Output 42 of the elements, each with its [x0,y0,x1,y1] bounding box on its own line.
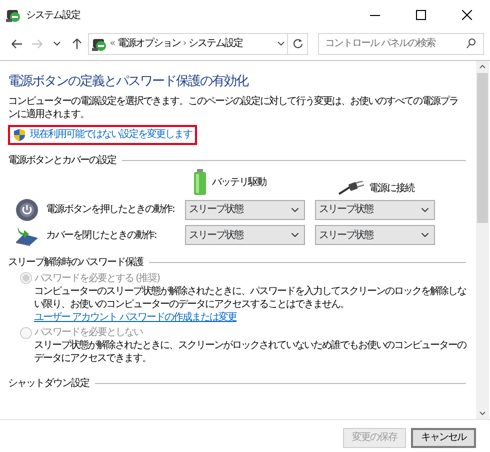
power-plug-icon [338,181,364,195]
page-heading: 電源ボタンの定義とパスワード保護の有効化 [8,72,250,90]
address-bar[interactable]: « 電源オプション › システム設定 [88,32,288,54]
back-arrow-icon [10,38,24,50]
column-label: 電源に接続 [369,182,414,194]
cancel-button[interactable]: キャンセル [411,428,476,448]
option-label: パスワードを必要とする (推奨) [34,272,160,284]
chevron-down-icon[interactable] [276,40,285,47]
description-text: コンピューターの電源設定を選択できます。このページの設定に対して行う変更は、お使いのすべての電源プランに適用されます。 [8,94,459,120]
breadcrumb-item[interactable]: システム設定 [188,37,242,50]
option-label: パスワードを必要としない [34,326,142,339]
up-arrow-icon [70,36,83,50]
search-icon [466,38,476,48]
search-field[interactable]: コントロール パネルの検索 [318,32,484,54]
section-title: 電源ボタンとカバーの設定 [8,154,116,166]
dropdown[interactable]: スリープ状態 [185,200,305,220]
section-title: スリープ解除時のパスワード保護 [8,256,143,269]
shield-icon [13,128,26,142]
close-icon[interactable] [462,10,472,20]
dropdown[interactable]: スリープ状態 [185,225,305,245]
control-panel-icon [5,7,21,23]
row-label: カバーを閉じたときの動作: [46,228,158,242]
refresh-icon [292,38,303,49]
section-title: シャットダウン設定 [8,377,89,390]
option-description: スリープ状態が解除されたときに、スクリーンがロックされていないため誰でもお使いのコンピューターのデータにアクセスできます。 [33,339,466,365]
refresh-button[interactable] [288,32,308,54]
column-label: バッテリ駆動 [212,176,266,188]
window-title: システム設定 [26,8,80,22]
forward-arrow-icon [30,38,44,50]
dropdown[interactable]: スリープ状態 [315,225,435,245]
breadcrumb-separator: « [110,37,115,50]
admin-link[interactable]: 現在利用可能ではない設定を変更します [8,124,197,144]
battery-icon [193,169,207,195]
row-label: 電源ボタンを押したときの動作: [46,203,176,216]
breadcrumb-item[interactable]: 電源オプション [117,37,180,50]
dropdown[interactable]: スリープ状態 [315,200,435,220]
power-button-icon [15,198,39,222]
option-description: コンピューターのスリープ状態が解除されたときに、パスワードを入力してスクリーンのロックを解除しない限り、お使いのコンピューターのデータにアクセスすることはできません。 ユーザー アカウント パスワードの作成または変更 [33,284,466,324]
scroll-thumb[interactable] [477,72,488,222]
breadcrumb-separator: › [182,37,186,50]
chevron-down-icon [52,40,61,47]
maximize-icon[interactable] [416,10,426,20]
